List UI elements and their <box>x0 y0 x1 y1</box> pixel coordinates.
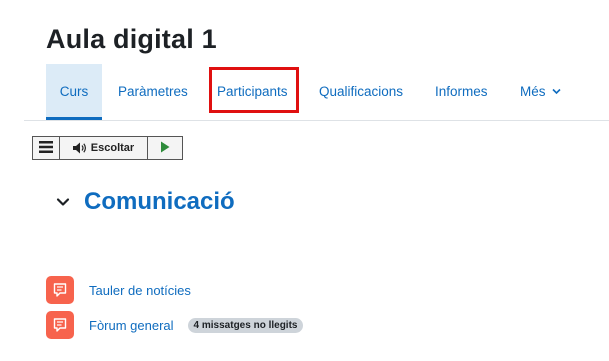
secondary-navigation: Curs Paràmetres Participants Qualificaci… <box>46 64 609 120</box>
chevron-down-icon[interactable] <box>56 195 70 209</box>
course-title: Aula digital 1 <box>46 24 217 54</box>
forum-icon <box>46 311 74 339</box>
play-icon <box>160 141 170 156</box>
nav-divider <box>24 120 609 121</box>
text-to-speech-toolbar: Escoltar <box>32 136 183 160</box>
tab-label: Més <box>520 84 546 99</box>
menu-button[interactable] <box>33 137 60 159</box>
listen-button[interactable]: Escoltar <box>60 137 148 159</box>
activity-link[interactable]: Fòrum general <box>89 318 174 333</box>
unread-badge: 4 missatges no llegits <box>187 317 304 333</box>
play-button[interactable] <box>148 137 182 159</box>
activity-item: Tauler de notícies <box>46 276 191 304</box>
section-header: Comunicació <box>56 188 235 216</box>
tab-label: Informes <box>435 84 488 99</box>
section-title[interactable]: Comunicació <box>84 188 235 216</box>
tab-curs[interactable]: Curs <box>46 64 102 120</box>
speaker-icon <box>72 142 87 154</box>
tab-label: Curs <box>59 84 89 99</box>
activity-link[interactable]: Tauler de notícies <box>89 283 191 298</box>
tab-qualificacions[interactable]: Qualificacions <box>319 64 403 120</box>
chevron-down-icon <box>552 65 561 121</box>
tab-label: Paràmetres <box>118 84 188 99</box>
listen-label: Escoltar <box>90 142 135 154</box>
forum-icon <box>46 276 74 304</box>
tab-label: Qualificacions <box>319 84 404 99</box>
highlight-annotation <box>209 67 299 113</box>
menu-icon <box>39 140 53 156</box>
tab-mes[interactable]: Més <box>520 64 561 120</box>
tab-informes[interactable]: Informes <box>435 64 488 120</box>
activity-item: Fòrum general 4 missatges no llegits <box>46 311 304 339</box>
tab-parametres[interactable]: Paràmetres <box>118 64 188 120</box>
